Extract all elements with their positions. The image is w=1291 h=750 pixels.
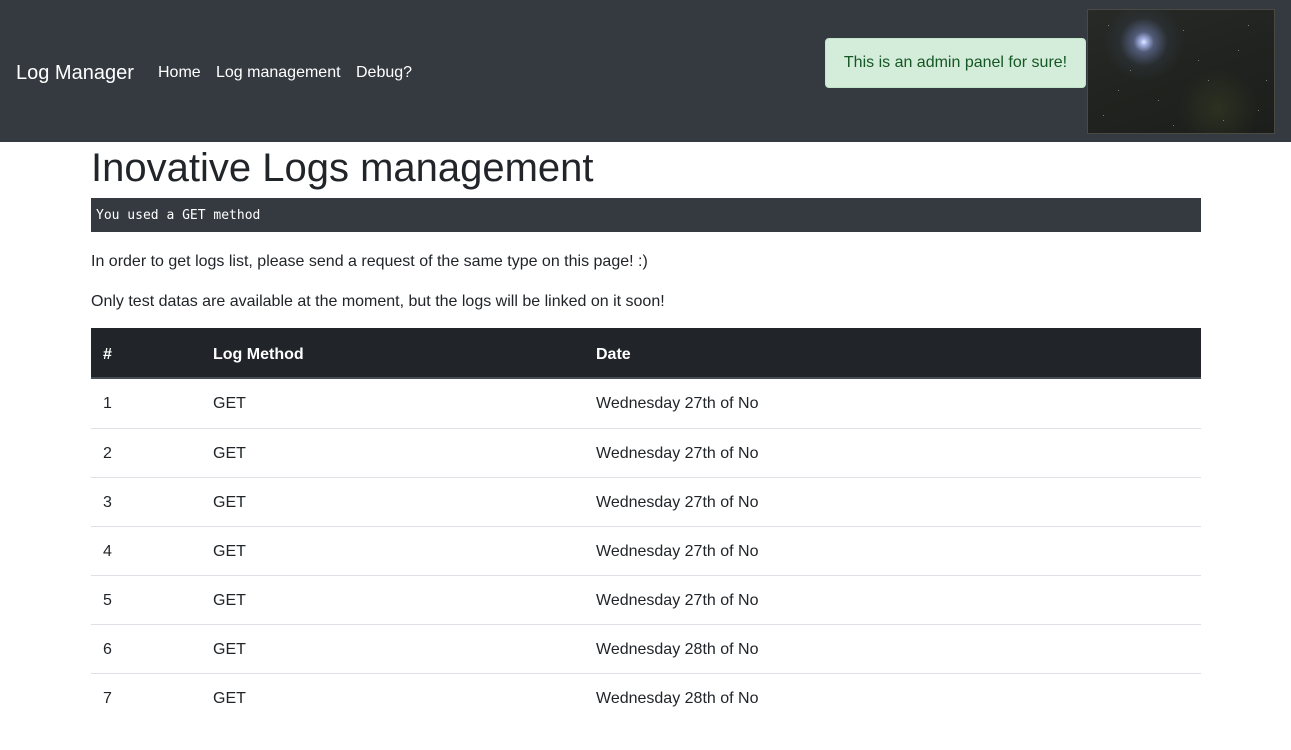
method-code-block: You used a GET method <box>91 198 1201 232</box>
notice-text: Only test datas are available at the mom… <box>91 293 665 310</box>
header-date: Date <box>596 346 631 363</box>
cell-number: 1 <box>103 395 112 412</box>
cell-date: Wednesday 27th of No <box>596 543 759 560</box>
space-image <box>1087 9 1275 134</box>
cell-method: GET <box>213 445 246 462</box>
table-row: 4 GET Wednesday 27th of No <box>91 526 1201 575</box>
table-row: 6 GET Wednesday 28th of No <box>91 624 1201 673</box>
cell-number: 5 <box>103 592 112 609</box>
nav-link-debug[interactable]: Debug? <box>356 62 412 84</box>
cell-number: 7 <box>103 690 112 707</box>
cell-number: 3 <box>103 494 112 511</box>
cell-date: Wednesday 28th of No <box>596 641 759 658</box>
table-row: 1 GET Wednesday 27th of No <box>91 379 1201 428</box>
logs-table: # Log Method Date 1 GET Wednesday 27th o… <box>91 328 1201 722</box>
cell-method: GET <box>213 494 246 511</box>
cell-date: Wednesday 27th of No <box>596 395 759 412</box>
cell-method: GET <box>213 690 246 707</box>
header-log-method: Log Method <box>213 346 304 363</box>
cell-method: GET <box>213 543 246 560</box>
admin-alert: This is an admin panel for sure! <box>825 38 1086 88</box>
cell-date: Wednesday 27th of No <box>596 592 759 609</box>
cell-method: GET <box>213 641 246 658</box>
method-code-text: You used a GET method <box>96 208 261 223</box>
table-header: # Log Method Date <box>91 328 1201 379</box>
navbar-brand[interactable]: Log Manager <box>16 59 134 87</box>
table-row: 5 GET Wednesday 27th of No <box>91 575 1201 624</box>
cell-number: 4 <box>103 543 112 560</box>
cell-date: Wednesday 27th of No <box>596 494 759 511</box>
table-row: 2 GET Wednesday 27th of No <box>91 428 1201 477</box>
table-body: 1 GET Wednesday 27th of No 2 GET Wednesd… <box>91 379 1201 722</box>
page-title: Inovative Logs management <box>91 146 594 190</box>
cell-date: Wednesday 28th of No <box>596 690 759 707</box>
nav-link-home[interactable]: Home <box>158 62 201 84</box>
instructions-text: In order to get logs list, please send a… <box>91 253 648 270</box>
cell-method: GET <box>213 395 246 412</box>
cell-number: 2 <box>103 445 112 462</box>
cell-number: 6 <box>103 641 112 658</box>
header-number: # <box>103 346 112 363</box>
table-row: 7 GET Wednesday 28th of No <box>91 673 1201 722</box>
table-row: 3 GET Wednesday 27th of No <box>91 477 1201 526</box>
cell-date: Wednesday 27th of No <box>596 445 759 462</box>
cell-method: GET <box>213 592 246 609</box>
nav-link-log-management[interactable]: Log management <box>216 62 341 84</box>
navbar: Log Manager Home Log management Debug? T… <box>0 0 1291 142</box>
